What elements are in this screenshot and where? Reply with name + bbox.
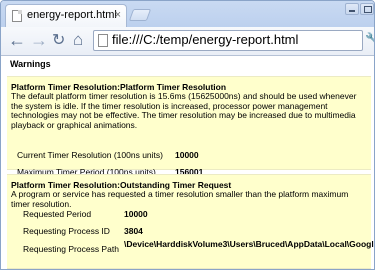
row-label: Current Timer Resolution (100ns units) bbox=[17, 150, 163, 160]
url-text: file:///C:/temp/energy-report.html bbox=[112, 32, 299, 47]
wrench-menu-icon[interactable]: 🔧 bbox=[365, 32, 374, 46]
close-tab-icon[interactable]: × bbox=[115, 9, 121, 21]
row-value: 10000 bbox=[175, 150, 199, 160]
row-label: Requesting Process Path bbox=[23, 244, 119, 254]
address-bar[interactable]: file:///C:/temp/energy-report.html bbox=[93, 30, 363, 51]
reload-icon[interactable]: ↻ bbox=[52, 31, 65, 51]
row-value: 3804 bbox=[124, 226, 143, 236]
minimize-button[interactable] bbox=[345, 3, 359, 15]
back-arrow-icon[interactable]: ← bbox=[8, 30, 26, 50]
row-value: \Device\HarddiskVolume3\Users\Bruced\App… bbox=[124, 239, 374, 249]
row-value: 10000 bbox=[124, 209, 148, 219]
forward-arrow-icon[interactable]: → bbox=[30, 30, 48, 50]
warning-item: Platform Timer Resolution:Outstanding Ti… bbox=[7, 174, 374, 269]
page-content: Warnings Platform Timer Resolution:Platf… bbox=[1, 56, 374, 269]
row-label: Requesting Process ID bbox=[23, 226, 110, 236]
warning-description: The default platform timer resolution is… bbox=[11, 91, 357, 130]
maximize-button[interactable] bbox=[360, 3, 374, 15]
tab-title: energy-report.html bbox=[27, 9, 117, 21]
home-icon[interactable]: ⌂ bbox=[73, 30, 83, 50]
warning-description: A program or service has requested a tim… bbox=[11, 189, 349, 209]
browser-window: energy-report.html × ← → ↻ ⌂ file:///C:/… bbox=[0, 0, 375, 270]
warning-item: Platform Timer Resolution:Platform Timer… bbox=[7, 76, 371, 177]
document-icon bbox=[12, 10, 22, 22]
new-tab-button[interactable] bbox=[128, 9, 152, 21]
tab-strip: energy-report.html × bbox=[1, 1, 374, 27]
toolbar: ← → ↻ ⌂ file:///C:/temp/energy-report.ht… bbox=[1, 27, 374, 56]
row-label: Requested Period bbox=[23, 209, 92, 219]
section-title: Warnings bbox=[10, 59, 51, 69]
page-icon bbox=[98, 34, 108, 47]
tab-energy-report[interactable]: energy-report.html × bbox=[5, 4, 127, 27]
